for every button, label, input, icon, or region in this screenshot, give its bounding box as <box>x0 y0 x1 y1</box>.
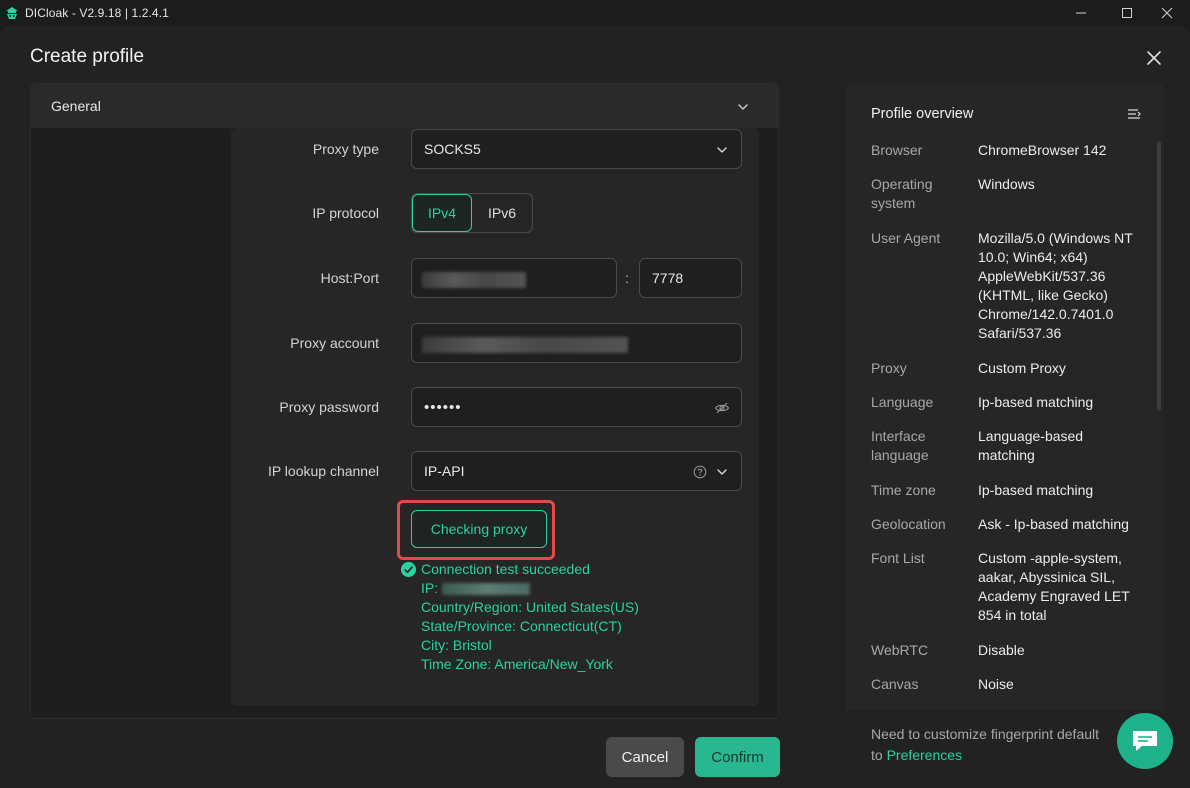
result-status: Connection test succeeded <box>421 561 590 577</box>
account-redacted-value <box>422 337 628 353</box>
overview-label-webrtc: WebRTC <box>871 642 929 658</box>
overview-value-interface-language: Language-based matching <box>978 428 1084 463</box>
host-input[interactable] <box>411 258 617 298</box>
help-icon[interactable] <box>693 465 707 479</box>
ip-protocol-ipv6-option[interactable]: IPv6 <box>472 194 532 232</box>
section-title: General <box>51 98 101 114</box>
chat-icon <box>1133 731 1157 751</box>
ip-protocol-ipv4-option[interactable]: IPv4 <box>412 194 472 232</box>
overview-title: Profile overview <box>871 106 974 122</box>
maximize-icon <box>1122 8 1132 18</box>
chevron-down-icon <box>738 104 748 110</box>
confirm-button[interactable]: Confirm <box>695 737 780 777</box>
chevron-down-icon <box>717 147 727 153</box>
ip-protocol-toggle: IPv4 IPv6 <box>411 193 533 233</box>
overview-value-user-agent: Mozilla/5.0 (Windows NT 10.0; Win64; x64… <box>978 230 1133 341</box>
overview-scrollbar[interactable] <box>1157 141 1161 411</box>
minimize-button[interactable] <box>1058 0 1104 26</box>
overview-label-font-list: Font List <box>871 550 925 566</box>
proxy-type-select[interactable]: SOCKS5 <box>411 129 742 169</box>
footer-hint: Need to customize fingerprint default <box>871 726 1100 742</box>
host-port-separator: : <box>625 270 629 286</box>
overview-label-user-agent: User Agent <box>871 230 941 246</box>
ip-lookup-label: IP lookup channel <box>267 463 379 479</box>
section-general-header[interactable]: General <box>31 84 778 128</box>
proxy-account-input[interactable] <box>411 323 742 363</box>
result-ip-line: IP: <box>421 579 639 598</box>
proxy-type-label: Proxy type <box>312 141 379 157</box>
proxy-password-input[interactable]: •••••• <box>411 387 742 427</box>
overview-value-language: Ip-based matching <box>978 394 1094 410</box>
overview-label-language: Language <box>871 394 934 410</box>
result-timezone: Time Zone: America/New_York <box>421 656 613 672</box>
port-input[interactable]: 7778 <box>639 258 742 298</box>
result-status-line: Connection test succeeded <box>401 560 639 579</box>
ip-lookup-select[interactable]: IP-API <box>411 451 742 491</box>
eye-off-icon[interactable] <box>714 400 730 416</box>
password-value: •••••• <box>424 398 462 416</box>
overview-value-browser: ChromeBrowser 142 <box>978 142 1107 158</box>
overview-value-webrtc: Disable <box>978 642 1025 658</box>
footer-to: to <box>871 747 883 763</box>
result-state: State/Province: Connecticut(CT) <box>421 618 622 634</box>
list-menu-icon[interactable] <box>1126 106 1142 122</box>
title-bar: DICloak - V2.9.18 | 1.2.4.1 <box>0 0 1190 26</box>
overview-label-browser: Browser <box>871 142 923 158</box>
profile-overview-panel: Profile overview Browser ChromeBrowser 1… <box>846 83 1164 771</box>
close-icon <box>1161 7 1173 19</box>
window-close-button[interactable] <box>1144 0 1190 26</box>
overview-label-geolocation: Geolocation <box>871 516 946 532</box>
minimize-icon <box>1076 12 1086 14</box>
proxy-type-value: SOCKS5 <box>424 141 481 157</box>
cancel-button[interactable]: Cancel <box>606 737 684 777</box>
overview-value-proxy: Custom Proxy <box>978 360 1066 376</box>
proxy-settings-card: Proxy type SOCKS5 IP protocol IPv4 IPv6 … <box>231 128 759 706</box>
profile-form-pane: General Proxy type SOCKS5 IP protocol IP… <box>30 83 779 719</box>
overview-label-canvas: Canvas <box>871 676 919 692</box>
dialog-title: Create profile <box>30 46 145 67</box>
proxy-account-label: Proxy account <box>290 335 379 351</box>
overview-label-interface-language: Interface language <box>871 428 929 463</box>
highlight-box <box>397 500 555 560</box>
ip-lookup-value: IP-API <box>424 463 465 479</box>
result-city: City: Bristol <box>421 637 492 653</box>
proxy-check-result: Connection test succeeded IP: Country/Re… <box>401 560 639 674</box>
overview-value-geolocation: Ask - Ip-based matching <box>978 516 1129 532</box>
overview-footer-text: Need to customize fingerprint default to… <box>871 724 1099 766</box>
ip-redacted-value <box>442 583 531 596</box>
dialog-close-button[interactable] <box>1143 47 1165 69</box>
app-title: DICloak - V2.9.18 | 1.2.4.1 <box>25 6 169 20</box>
overview-label-os: Operating system <box>871 176 933 211</box>
create-profile-dialog: Create profile General Proxy type SOCKS5… <box>0 26 1190 788</box>
overview-value-os: Windows <box>978 176 1035 192</box>
result-ip-label: IP: <box>421 580 439 596</box>
check-circle-icon <box>401 562 416 577</box>
host-redacted-value <box>422 272 526 288</box>
port-value: 7778 <box>652 270 684 286</box>
result-country: Country/Region: United States(US) <box>421 599 639 615</box>
chevron-down-icon <box>717 469 727 475</box>
chat-support-button[interactable] <box>1117 713 1173 769</box>
ip-protocol-label: IP protocol <box>312 205 379 221</box>
preferences-link[interactable]: Preferences <box>887 747 962 763</box>
dicloak-logo-icon <box>6 7 18 19</box>
close-icon <box>1147 51 1161 65</box>
host-port-label: Host:Port <box>320 270 379 286</box>
overview-value-font-list: Custom -apple-system, aakar, Abyssinica … <box>978 550 1130 623</box>
overview-label-time-zone: Time zone <box>871 482 936 498</box>
overview-label-proxy: Proxy <box>871 360 907 376</box>
proxy-password-label: Proxy password <box>279 399 379 415</box>
overview-value-canvas: Noise <box>978 676 1014 692</box>
overview-value-time-zone: Ip-based matching <box>978 482 1094 498</box>
